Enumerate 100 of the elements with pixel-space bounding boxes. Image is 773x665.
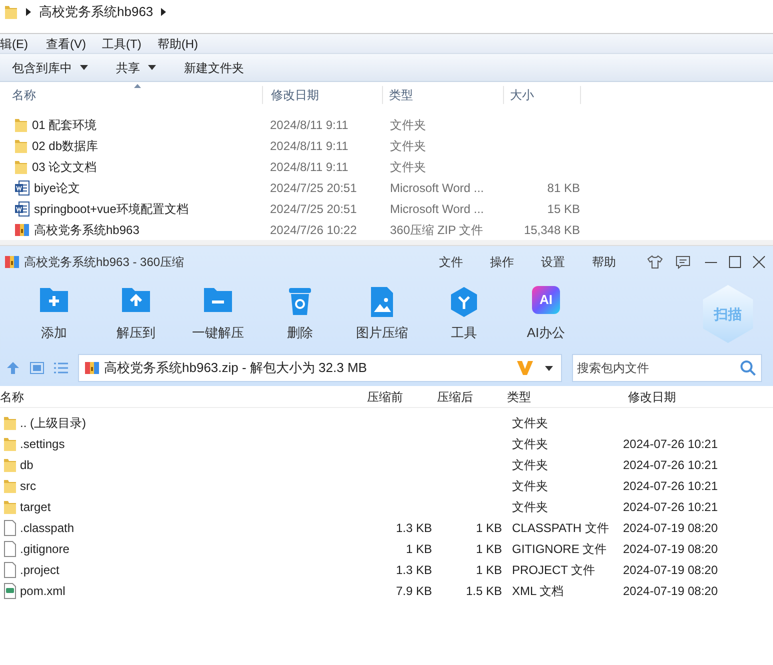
date-cell-text: 2024/7/25 20:51 [270, 200, 358, 218]
date-cell: 2024-07-19 08:20 [623, 520, 718, 534]
column-header[interactable]: 类型 [507, 388, 628, 406]
message-icon[interactable] [675, 254, 691, 270]
toolbar-button[interactable]: 解压到 [96, 282, 176, 346]
date-cell: 2024-07-26 10:21 [623, 436, 718, 450]
file-name[interactable]: 03 论文文档 [32, 158, 97, 176]
menu-item[interactable]: 辑(E) [0, 34, 40, 52]
column-header[interactable]: 压缩后 [437, 388, 507, 406]
menu-item[interactable]: 文件 [439, 253, 463, 271]
path-field[interactable]: 高校党务系统hb963.zip - 解包大小为 32.3 MB [78, 354, 562, 382]
file-name[interactable]: db [20, 456, 34, 474]
menu-item[interactable]: 操作 [490, 253, 514, 271]
toolbar-button[interactable]: 删除 [260, 282, 340, 346]
breadcrumb-item[interactable]: 高校党务系统hb963 [39, 2, 154, 22]
file-name[interactable]: .gitignore [20, 540, 70, 558]
type-cell-text: 文件夹 [390, 158, 427, 176]
toolbar-button[interactable]: 工具 [424, 282, 504, 346]
file-name[interactable]: 02 db数据库 [32, 136, 98, 154]
image-file-icon [369, 286, 395, 318]
file-name[interactable]: pom.xml [20, 582, 66, 600]
column-header[interactable]: 类型 [382, 86, 503, 104]
date-cell: 2024-07-26 10:21 [623, 500, 718, 514]
menu-item[interactable]: 设置 [541, 253, 565, 271]
type-cell-text: Microsoft Word ... [390, 200, 485, 218]
column-header[interactable]: 压缩前 [367, 388, 437, 406]
file-icon [3, 520, 17, 536]
caret-icon [148, 65, 156, 70]
size-cell-text: 7.9 KB [396, 582, 432, 600]
file-name[interactable]: src [20, 476, 36, 494]
date-cell-text: 2024/8/11 9:11 [270, 116, 350, 134]
folder-icon [3, 498, 17, 514]
sort-arrow-icon [134, 84, 141, 88]
file-name[interactable]: target [20, 498, 51, 516]
chevron-right-icon [26, 8, 31, 16]
close-icon[interactable] [753, 256, 765, 268]
type-cell-text: 文件夹 [390, 116, 427, 134]
file-name[interactable]: springboot+vue环境配置文档 [34, 200, 188, 218]
file-name[interactable]: .settings [20, 434, 65, 452]
file-name[interactable]: .project [20, 560, 60, 578]
type-cell: CLASSPATH 文件 [512, 520, 609, 534]
folder-icon [14, 158, 28, 174]
file-name[interactable]: 01 配套环境 [32, 116, 97, 134]
type-cell: 文件夹 [512, 500, 548, 514]
date-cell: 2024-07-26 10:21 [623, 478, 718, 492]
size-cell-text: 1 KB [476, 520, 502, 536]
folder-icon [3, 456, 17, 472]
thumbnail-view-icon[interactable] [30, 362, 44, 374]
type-cell: GITIGNORE 文件 [512, 542, 607, 556]
date-cell-text: 2024/8/11 9:11 [270, 138, 350, 154]
toolbar-button[interactable]: AI AI办公 [506, 282, 586, 346]
archive-icon [84, 360, 100, 376]
column-header[interactable]: 名称 [0, 86, 262, 104]
column-header[interactable]: 名称 [0, 388, 367, 406]
menu-item[interactable]: 查看(V) [40, 34, 92, 52]
toolbar-button[interactable]: 包含到库中 [4, 56, 96, 78]
date-cell-text: 2024/7/26 10:22 [270, 222, 358, 238]
archive-path: 高校党务系统hb963.zip - 解包大小为 32.3 MB [104, 359, 368, 378]
toolbar-button[interactable]: 新建文件夹 [176, 56, 252, 78]
folder-upload-icon [120, 286, 152, 314]
ai-icon: AI [532, 286, 560, 314]
folder-plus-icon [38, 286, 70, 314]
maximize-icon[interactable] [729, 256, 741, 268]
file-name[interactable]: .. (上级目录) [20, 414, 86, 432]
document-icon [14, 180, 30, 196]
type-cell: PROJECT 文件 [512, 562, 596, 576]
size-cell-text: 15,348 KB [524, 222, 580, 238]
v-logo-icon [517, 361, 533, 375]
file-name[interactable]: .classpath [20, 518, 74, 536]
window-title: 高校党务系统hb963 - 360压缩 [24, 254, 186, 271]
menu-item[interactable]: 工具(T) [96, 34, 148, 52]
caret-icon [80, 65, 88, 70]
document-icon [14, 200, 30, 216]
toolbar-button[interactable]: 共享 [108, 56, 164, 78]
hexagon-icon [449, 286, 479, 318]
folder-icon [3, 414, 17, 430]
folder-icon [3, 478, 17, 494]
size-cell-text: 1 KB [476, 540, 502, 558]
recycle-bin-icon [287, 286, 313, 316]
size-cell-text: 1.3 KB [396, 520, 432, 536]
type-cell: XML 文档 [512, 584, 564, 598]
toolbar-button[interactable]: 图片压缩 [342, 282, 422, 346]
chevron-right-icon [161, 8, 166, 16]
date-cell: 2024-07-19 08:20 [623, 542, 718, 556]
file-name[interactable]: biye论文 [34, 178, 80, 196]
search-field[interactable]: 搜索包内文件 [572, 354, 762, 382]
toolbar-button[interactable]: 一键解压 [178, 282, 258, 346]
menu-item[interactable]: 帮助(H) [151, 34, 204, 52]
toolbar-button[interactable]: 添加 [14, 282, 94, 346]
column-header[interactable]: 修改日期 [628, 388, 773, 406]
archive-icon [14, 222, 30, 238]
file-name[interactable]: 高校党务系统hb963 [34, 220, 140, 238]
column-header[interactable]: 大小 [503, 86, 581, 104]
column-header[interactable]: 修改日期 [262, 86, 382, 104]
size-cell-text: 1.5 KB [466, 582, 502, 600]
search-icon[interactable] [740, 360, 756, 376]
type-cell: 文件夹 [512, 478, 548, 492]
folder-minus-icon [202, 286, 234, 314]
menu-item[interactable]: 帮助 [592, 253, 616, 271]
shirt-icon[interactable] [647, 254, 663, 270]
